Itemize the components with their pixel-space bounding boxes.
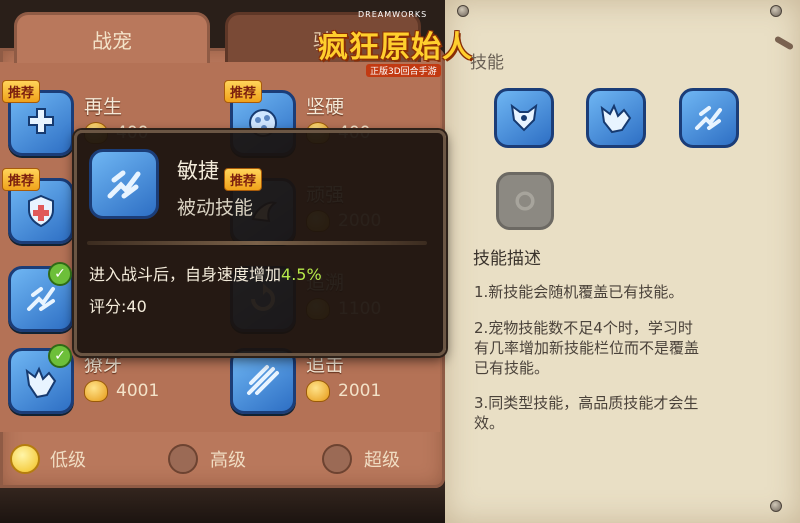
recommend-badge: 推荐 (224, 168, 263, 191)
skill-description-2c: 已有技能。 (474, 359, 550, 377)
grade-super-radio[interactable] (322, 444, 352, 474)
skill-description-2a: 2.宠物技能数不足4个时，学习时 (474, 319, 693, 337)
tooltip-effect-value: 4.5% (281, 265, 322, 284)
skill-description-3b: 效。 (474, 414, 505, 432)
nail-icon (770, 500, 782, 512)
grade-super-label: 超级 (364, 450, 400, 471)
shell-currency-icon (306, 380, 330, 402)
skill-cost-value: 4001 (116, 381, 160, 401)
recommend-badge: 推荐 (2, 80, 41, 103)
wolf-head-icon[interactable] (494, 88, 554, 148)
grade-low-radio[interactable] (10, 444, 40, 474)
game-logo-title: 疯狂原始人 (318, 30, 473, 65)
learned-check-icon: ✓ (48, 262, 72, 286)
empty-slot-icon[interactable] (496, 172, 554, 230)
skill-cost: 4001 (84, 380, 159, 402)
nail-icon (457, 5, 469, 17)
skill-card-fang[interactable]: ✓ 獠牙 4001 (4, 344, 204, 428)
game-logo-subtitle: 正版3D回合手游 (366, 64, 441, 77)
grade-low-label: 低级 (50, 450, 86, 471)
tooltip-effect: 进入战斗后，自身速度增加4.5% (89, 261, 322, 285)
tooltip-effect-text: 进入战斗后，自身速度增加 (89, 265, 282, 284)
grade-high-radio[interactable] (168, 444, 198, 474)
agility-icon[interactable] (679, 88, 739, 148)
dreamworks-logo: DREAMWORKS (358, 10, 428, 19)
learned-check-icon: ✓ (48, 344, 72, 368)
tooltip-skill-name: 敏捷 (177, 159, 219, 183)
shell-currency-icon (84, 380, 108, 402)
skill-name: 再生 (84, 96, 123, 118)
skill-description-1: 1.新技能会随机覆盖已有技能。 (474, 283, 684, 301)
tooltip-skill-type: 被动技能 (177, 197, 254, 219)
fang-icon[interactable] (586, 88, 646, 148)
skill-card-pursuit[interactable]: 追击 2001 (226, 344, 426, 428)
tooltip-score: 评分:40 (89, 297, 147, 316)
recommend-badge: 推荐 (2, 168, 41, 191)
skill-cost-value: 2001 (338, 381, 382, 401)
recommend-badge: 推荐 (224, 80, 263, 103)
agility-icon (89, 149, 159, 219)
owned-skills-title: 技能 (470, 53, 504, 73)
tab-pet-label: 战宠 (92, 28, 132, 53)
skill-cost: 2001 (306, 380, 381, 402)
skill-description-2b: 有几率增加新技能栏位而不是覆盖 (474, 339, 700, 357)
skill-tooltip: 敏捷 被动技能 进入战斗后，自身速度增加4.5% 评分:40 (74, 130, 446, 356)
skill-description-3a: 3.同类型技能，高品质技能才会生 (474, 394, 699, 412)
nail-icon (770, 5, 782, 17)
tab-pet[interactable]: 战宠 (14, 12, 210, 63)
skill-description-title: 技能描述 (473, 249, 541, 269)
grade-high-label: 高级 (210, 450, 246, 471)
pursuit-icon (230, 348, 296, 414)
grade-filter: 低级 高级 超级 (0, 432, 445, 482)
skill-name: 坚硬 (306, 96, 345, 118)
tooltip-divider (87, 241, 427, 245)
